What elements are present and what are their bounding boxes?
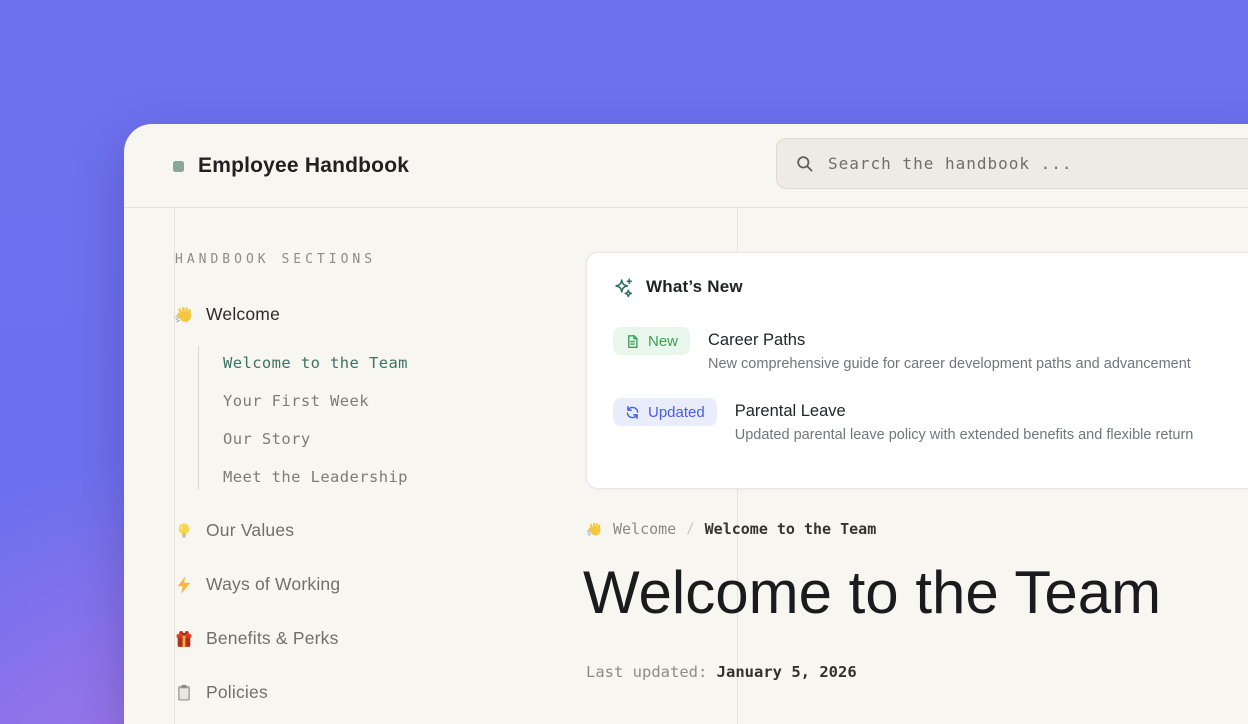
breadcrumb-section-link[interactable]: Welcome bbox=[613, 520, 676, 538]
last-updated: Last updated: January 5, 2026 bbox=[586, 663, 857, 681]
sidebar-item-label: Welcome bbox=[206, 304, 280, 325]
last-updated-label: Last updated: bbox=[586, 663, 707, 681]
whats-new-item-title: Career Paths bbox=[708, 329, 1191, 351]
lightning-bolt-icon bbox=[174, 575, 194, 595]
waving-hand-icon bbox=[586, 521, 603, 538]
search-box[interactable] bbox=[776, 138, 1248, 189]
sidebar: HANDBOOK SECTIONS Welcome Welcome to the… bbox=[174, 208, 574, 724]
main-content: What’s New New Career Paths New comprehe… bbox=[586, 208, 1248, 724]
sidebar-item-label: Ways of Working bbox=[206, 574, 340, 595]
refresh-icon bbox=[625, 405, 640, 420]
gift-icon bbox=[174, 629, 194, 649]
app-brand[interactable]: Employee Handbook bbox=[173, 154, 409, 178]
waving-hand-icon bbox=[174, 305, 194, 325]
sub-items-guide-line bbox=[198, 346, 199, 490]
sidebar-section-label: HANDBOOK SECTIONS bbox=[175, 252, 376, 267]
sidebar-item-our-values[interactable]: Our Values bbox=[174, 520, 294, 541]
whats-new-item-description: Updated parental leave policy with exten… bbox=[735, 427, 1194, 443]
sidebar-item-ways-of-working[interactable]: Ways of Working bbox=[174, 574, 340, 595]
badge-label: Updated bbox=[648, 404, 705, 421]
sidebar-item-benefits-perks[interactable]: Benefits & Perks bbox=[174, 628, 339, 649]
sidebar-item-policies[interactable]: Policies bbox=[174, 682, 268, 703]
app-header: Employee Handbook bbox=[124, 124, 1248, 208]
whats-new-title: What’s New bbox=[646, 277, 743, 297]
whats-new-item-parental-leave[interactable]: Updated Parental Leave Updated parental … bbox=[613, 398, 1248, 443]
handbook-app-window: Employee Handbook HANDBOOK SECTIONS bbox=[124, 124, 1248, 724]
whats-new-item-text: Parental Leave Updated parental leave po… bbox=[735, 398, 1194, 443]
whats-new-item-title: Parental Leave bbox=[735, 400, 1194, 422]
whats-new-item-description: New comprehensive guide for career devel… bbox=[708, 356, 1191, 372]
lightbulb-icon bbox=[174, 521, 194, 541]
sidebar-item-welcome[interactable]: Welcome bbox=[174, 304, 280, 325]
search-icon bbox=[795, 154, 814, 173]
sidebar-subitem-our-story[interactable]: Our Story bbox=[223, 430, 311, 448]
sidebar-item-label: Policies bbox=[206, 682, 268, 703]
whats-new-item-text: Career Paths New comprehensive guide for… bbox=[708, 327, 1191, 372]
breadcrumb-current-page: Welcome to the Team bbox=[705, 520, 877, 538]
sidebar-subitem-meet-the-leadership[interactable]: Meet the Leadership bbox=[223, 468, 408, 486]
breadcrumb: Welcome / Welcome to the Team bbox=[586, 520, 876, 538]
search-input[interactable] bbox=[828, 154, 1248, 173]
app-title: Employee Handbook bbox=[198, 154, 409, 178]
page-title: Welcome to the Team bbox=[583, 560, 1161, 626]
document-icon bbox=[625, 334, 640, 349]
last-updated-value: January 5, 2026 bbox=[717, 663, 857, 681]
whats-new-header: What’s New bbox=[613, 275, 1248, 299]
whats-new-card: What’s New New Career Paths New comprehe… bbox=[586, 252, 1248, 489]
sparkles-icon bbox=[613, 277, 634, 298]
sidebar-subitem-welcome-to-the-team[interactable]: Welcome to the Team bbox=[223, 354, 408, 372]
badge-label: New bbox=[648, 333, 678, 350]
status-badge-new: New bbox=[613, 327, 690, 355]
sidebar-item-label: Our Values bbox=[206, 520, 294, 541]
whats-new-item-career-paths[interactable]: New Career Paths New comprehensive guide… bbox=[613, 327, 1248, 372]
status-badge-updated: Updated bbox=[613, 398, 717, 426]
desktop-background: { "app": { "title": "Employee Handbook" … bbox=[0, 0, 1248, 724]
clipboard-icon bbox=[174, 683, 194, 703]
sidebar-item-label: Benefits & Perks bbox=[206, 628, 339, 649]
breadcrumb-separator: / bbox=[686, 521, 694, 537]
sidebar-subitem-your-first-week[interactable]: Your First Week bbox=[223, 392, 369, 410]
logo-square-icon bbox=[173, 161, 184, 172]
